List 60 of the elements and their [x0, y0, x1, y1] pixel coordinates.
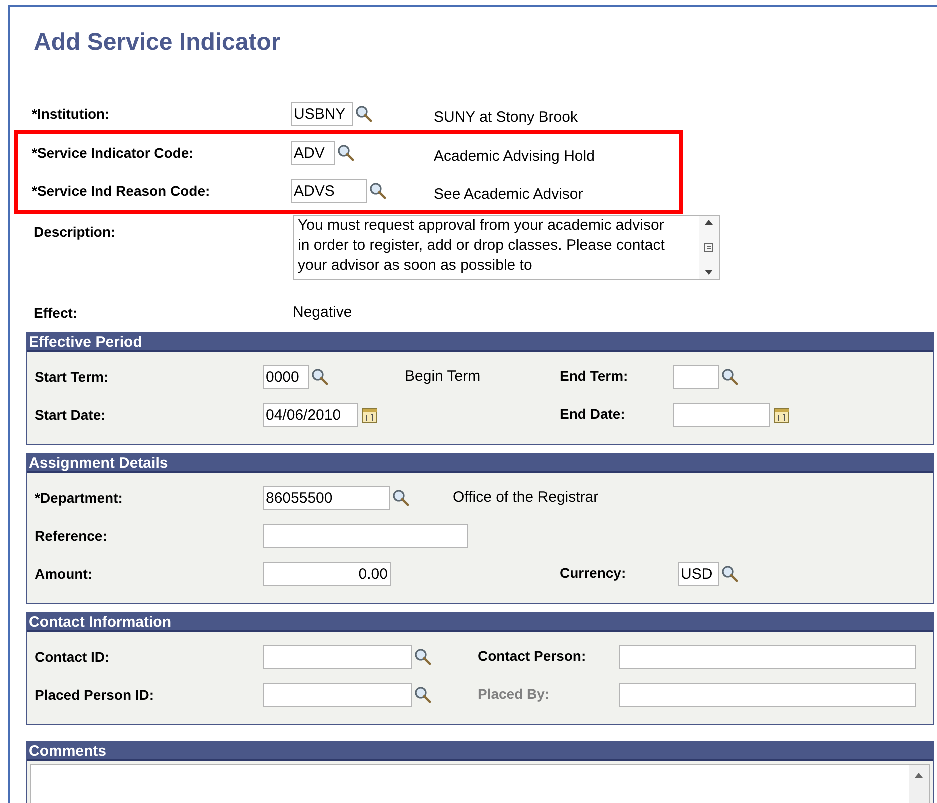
search-icon[interactable] [414, 686, 432, 704]
field-label: *Department: [34, 488, 124, 508]
field-value: See Academic Advisor [434, 184, 584, 205]
input-field[interactable] [619, 645, 916, 669]
page-title: Add Service Indicator [34, 31, 282, 55]
expand-icon[interactable] [704, 242, 714, 252]
input-field[interactable] [263, 683, 412, 707]
input-field[interactable] [619, 683, 916, 707]
field-label: Start Date: [34, 406, 107, 424]
input-field[interactable] [263, 645, 412, 669]
field-value: Office of the Registrar [453, 489, 599, 506]
field-value: SUNY at Stony Brook [434, 108, 578, 128]
field-label: Contact ID: [34, 648, 111, 666]
input-field[interactable] [673, 365, 719, 389]
calendar-icon[interactable] [362, 406, 378, 424]
field-label: End Term: [560, 368, 628, 384]
input-field[interactable]: 0000 [263, 365, 309, 389]
search-icon[interactable] [721, 368, 739, 386]
field-value: Academic Advising Hold [434, 146, 595, 167]
input-field[interactable]: 04/06/2010 [263, 403, 358, 427]
calendar-icon[interactable] [774, 406, 790, 424]
field-label: Placed By: [478, 686, 550, 702]
field-label: Description: [33, 223, 117, 242]
search-icon[interactable] [721, 565, 739, 583]
search-icon[interactable] [392, 489, 410, 507]
section-header: Contact Information [27, 613, 933, 632]
description-textarea[interactable]: You must request approval from your academic advisor in order to register, add or drop classes. Please contact your advisor as soon as possible to [293, 215, 720, 280]
field-label: Placed Person ID: [34, 686, 156, 704]
scroll-up-icon[interactable] [915, 773, 923, 778]
field-label: Reference: [34, 526, 108, 546]
search-icon[interactable] [355, 105, 373, 123]
field-label: *Institution: [31, 104, 111, 124]
field-label: Currency: [560, 565, 626, 581]
scroll-down-icon[interactable] [705, 270, 713, 275]
field-label: End Date: [560, 406, 626, 422]
field-label: Contact Person: [478, 648, 586, 664]
field-label: *Service Indicator Code: [31, 144, 195, 162]
section-header: Assignment Details [27, 454, 933, 473]
field-label: *Service Ind Reason Code: [31, 182, 212, 200]
search-icon[interactable] [337, 144, 355, 162]
input-field[interactable]: 0.00 [263, 562, 391, 586]
input-field[interactable]: ADV [291, 141, 335, 165]
input-field[interactable] [673, 403, 770, 427]
search-icon[interactable] [369, 182, 387, 200]
section-header: Comments [27, 742, 933, 761]
field-label: Amount: [34, 564, 94, 584]
search-icon[interactable] [414, 648, 432, 666]
input-field[interactable]: USBNY [291, 102, 353, 126]
field-value: Begin Term [405, 368, 481, 385]
input-field[interactable]: ADVS [291, 179, 367, 203]
description-text: You must request approval from your academic advisor in order to register, add or drop classes. Please contact your advisor as soon as possible to [298, 216, 666, 276]
field-label: Effect: [33, 304, 79, 323]
input-field[interactable] [263, 524, 468, 548]
input-field[interactable]: USD [678, 562, 719, 586]
scroll-up-icon[interactable] [705, 220, 713, 225]
field-value: Negative [293, 302, 352, 322]
search-icon[interactable] [311, 368, 329, 386]
section-header: Effective Period [27, 333, 933, 352]
field-label: Start Term: [34, 368, 110, 386]
input-field[interactable]: 86055500 [263, 486, 390, 510]
